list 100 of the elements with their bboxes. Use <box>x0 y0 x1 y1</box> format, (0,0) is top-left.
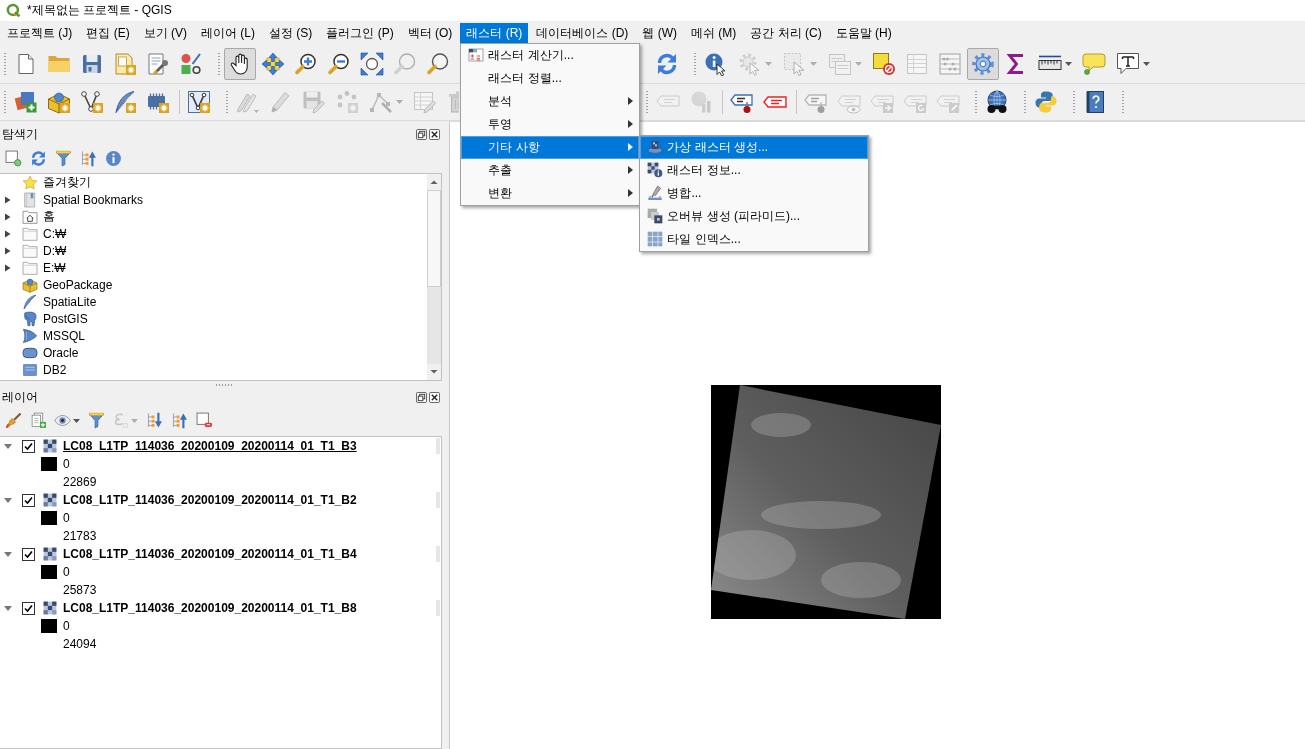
menu-item[interactable]: 공간 처리 (C) <box>744 22 828 44</box>
tree-item[interactable]: D:₩ <box>43 243 67 258</box>
tree-item[interactable]: MSSQL <box>43 328 85 343</box>
scroll-up-button[interactable] <box>427 174 441 190</box>
menu-item[interactable]: 편집 (E) <box>80 22 136 44</box>
menu-item[interactable]: 래스터 정보... <box>640 158 869 182</box>
map-canvas[interactable] <box>449 121 1305 749</box>
tree-item[interactable]: GeoPackage <box>43 277 113 292</box>
scrollbar[interactable] <box>427 174 441 380</box>
legend-label: 21783 <box>63 529 97 543</box>
toolbox-button[interactable] <box>967 48 999 80</box>
menu-item[interactable]: 설정 (S) <box>263 22 319 44</box>
menu-item[interactable]: 프로젝트 (J) <box>1 22 79 44</box>
menu-item[interactable]: 래스터 (R) <box>460 22 529 44</box>
menu-item[interactable]: 데이터베이스 (D) <box>530 22 635 44</box>
magnifier-icon <box>426 52 450 76</box>
toolbar-handle[interactable] <box>1023 90 1027 114</box>
menu-item[interactable]: 메쉬 (M) <box>685 22 743 44</box>
tree-item[interactable]: PostGIS <box>43 311 88 326</box>
tree-item[interactable]: Spatial Bookmarks <box>43 192 144 207</box>
menu-item[interactable]: 투영 <box>461 112 640 136</box>
menu-item[interactable]: 분석 <box>461 89 640 113</box>
add-square-icon <box>4 150 22 167</box>
expand-arrow-icon[interactable] <box>4 246 11 255</box>
menu-item[interactable]: 기타 사항 <box>461 135 640 159</box>
expand-arrow-icon[interactable] <box>4 229 11 238</box>
funnel-icon <box>87 412 105 429</box>
gear-icon <box>971 52 995 76</box>
legend-swatch-icon <box>41 457 57 471</box>
square-forbidden-icon <box>872 52 896 76</box>
shapes-icon <box>179 52 203 76</box>
menu-item[interactable]: 보기 (V) <box>137 22 193 44</box>
expand-arrow-icon[interactable] <box>4 195 11 204</box>
menu-item[interactable]: 변환 <box>461 181 640 205</box>
menu-item[interactable]: 레이어 (L) <box>195 22 261 44</box>
menu-item[interactable]: 도움말 (H) <box>829 22 898 44</box>
tree-item[interactable]: DB2 <box>43 362 67 377</box>
expand-arrow-icon[interactable] <box>4 604 12 612</box>
scroll-thumb[interactable] <box>427 190 441 287</box>
menu-item[interactable]: 가상 래스터 생성... <box>640 135 869 159</box>
menu-item[interactable]: 플러그인 (P) <box>320 22 400 44</box>
home-folder-icon <box>22 208 38 225</box>
database-icon <box>22 361 38 378</box>
tree-item[interactable]: SpatiaLite <box>43 294 97 309</box>
checker-info-icon <box>647 162 664 178</box>
expand-arrow-icon[interactable] <box>4 263 11 272</box>
stamp-icon <box>647 185 664 201</box>
scroll-down-button[interactable] <box>427 364 441 380</box>
window-title: *제목없는 프로젝트 - QGIS <box>27 2 172 19</box>
checkbox[interactable] <box>22 439 35 453</box>
expand-arrow-icon[interactable] <box>4 212 11 221</box>
expand-arrow-icon[interactable] <box>4 550 12 558</box>
boxed-polyline-icon <box>187 90 211 114</box>
toolbar-handle[interactable] <box>3 90 7 114</box>
menu-item[interactable]: 병합... <box>640 181 869 205</box>
tree-item[interactable]: 즐겨찾기 <box>43 174 91 191</box>
star-icon <box>22 174 38 191</box>
layer-name[interactable]: LC08_L1TP_114036_20200109_20200114_01_T1_B4 <box>63 547 357 561</box>
tree-item[interactable]: C:₩ <box>43 226 67 241</box>
menu-item[interactable]: 타일 인덱스... <box>640 227 869 251</box>
close-icon[interactable] <box>429 391 440 403</box>
tree-item[interactable]: Oracle <box>43 345 79 360</box>
toolbar-handle[interactable] <box>1072 90 1076 114</box>
layer-name[interactable]: LC08_L1TP_114036_20200109_20200114_01_T1_B2 <box>63 493 357 507</box>
stacked-rectangles-icon <box>828 52 852 76</box>
menu-item[interactable]: 웹 (W) <box>636 22 684 44</box>
funnel-icon <box>54 150 72 167</box>
select-rectangle-icon <box>783 52 807 76</box>
checkbox[interactable] <box>22 601 35 615</box>
toolbar-handle[interactable] <box>1121 90 1125 114</box>
layer-name[interactable]: LC08_L1TP_114036_20200109_20200114_01_T1_B8 <box>63 601 357 615</box>
close-icon[interactable] <box>429 128 440 140</box>
menu-item[interactable]: 래스터 정렬... <box>461 66 640 90</box>
toolbar-handle[interactable] <box>693 52 697 76</box>
menu-item[interactable]: 벡터 (O) <box>401 22 459 44</box>
toolbar-handle[interactable] <box>217 52 221 76</box>
polyline-nodes-icon <box>80 90 104 114</box>
layer-name[interactable]: LC08_L1TP_114036_20200109_20200114_01_T1_B3 <box>63 439 357 453</box>
menu-item[interactable]: 래스터 계산기... <box>461 43 640 67</box>
caret-icon <box>131 418 138 423</box>
toolbar-handle[interactable] <box>3 52 7 76</box>
pan-map-button[interactable] <box>224 48 256 80</box>
toolbar-handle[interactable] <box>645 90 649 114</box>
expand-arrow-icon[interactable] <box>4 496 12 504</box>
restore-icon[interactable] <box>416 128 427 140</box>
restore-icon[interactable] <box>416 391 427 403</box>
legend-label: 25873 <box>63 583 97 597</box>
menu-item[interactable]: 오버뷰 생성 (피라미드)... <box>640 204 869 228</box>
checkbox[interactable] <box>22 547 35 561</box>
tree-item[interactable]: 홈 <box>43 208 55 225</box>
speech-bubble-icon <box>1082 52 1106 76</box>
toolbar-handle[interactable] <box>225 90 229 114</box>
add-layer-button[interactable] <box>2 147 24 170</box>
tree-item[interactable]: E:₩ <box>43 260 66 275</box>
checker-icon <box>43 493 57 507</box>
menu-item[interactable]: 추출 <box>461 158 640 182</box>
toolbar-handle[interactable] <box>974 90 978 114</box>
text-bubble-icon <box>1116 52 1140 76</box>
checkbox[interactable] <box>22 493 35 507</box>
expand-arrow-icon[interactable] <box>4 442 12 450</box>
